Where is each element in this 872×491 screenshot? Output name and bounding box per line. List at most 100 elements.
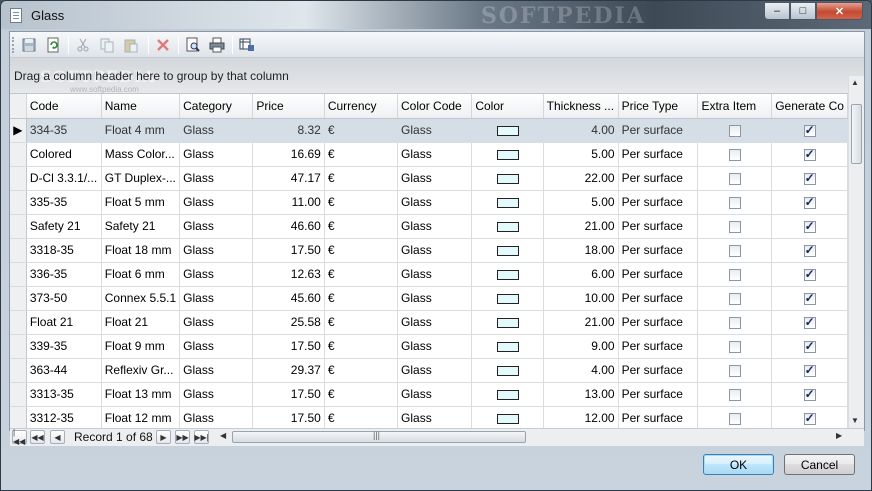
- scroll-up-arrow[interactable]: ▲: [851, 78, 859, 87]
- generate-checkbox[interactable]: [803, 219, 816, 233]
- cell-thickness[interactable]: 5.00: [543, 142, 619, 167]
- table-row[interactable]: 373-50 Connex 5.5.1 Glass 45.60 € Glass 10.00 P…: [10, 286, 848, 311]
- cell-currency[interactable]: €: [324, 406, 399, 428]
- cell-name[interactable]: Float 21: [101, 310, 181, 335]
- previous-record-button[interactable]: ◀: [50, 430, 65, 444]
- minimize-button[interactable]: –: [764, 2, 790, 20]
- maximize-button[interactable]: □: [790, 2, 816, 20]
- cell-thickness[interactable]: 22.00: [543, 166, 619, 191]
- export-icon[interactable]: [238, 36, 256, 54]
- cell-code[interactable]: Safety 21: [26, 214, 102, 239]
- cell-category[interactable]: Glass: [179, 166, 254, 191]
- cell-code[interactable]: 373-50: [26, 286, 102, 311]
- next-record-button[interactable]: ▶: [156, 430, 171, 444]
- cell-category[interactable]: Glass: [179, 358, 254, 383]
- cell-color-code[interactable]: Glass: [397, 262, 473, 287]
- generate-checkbox[interactable]: [803, 411, 816, 425]
- table-row[interactable]: ▶ 334-35 Float 4 mm Glass 8.32 € Glass 4.00 Per …: [10, 118, 848, 143]
- table-row[interactable]: Float 21 Float 21 Glass 25.58 € Glass 21.00 Per…: [10, 310, 848, 335]
- cell-price-type[interactable]: Per surface: [618, 262, 699, 287]
- extra-item-checkbox[interactable]: [728, 220, 741, 233]
- horizontal-scrollbar[interactable]: ◀ ||| ▶: [218, 430, 846, 445]
- cell-currency[interactable]: €: [324, 214, 399, 239]
- column-header-price[interactable]: Price: [252, 94, 325, 119]
- scroll-right-arrow[interactable]: ▶: [836, 431, 842, 440]
- cell-color[interactable]: [471, 238, 544, 263]
- cell-category[interactable]: Glass: [179, 142, 254, 167]
- cell-thickness[interactable]: 18.00: [543, 238, 619, 263]
- cell-color[interactable]: [471, 262, 544, 287]
- extra-item-checkbox[interactable]: [728, 364, 741, 377]
- refresh-icon[interactable]: [44, 36, 62, 54]
- generate-checkbox[interactable]: [803, 387, 816, 401]
- cell-currency[interactable]: €: [324, 358, 399, 383]
- cell-price[interactable]: 29.37: [252, 358, 325, 383]
- row-indicator[interactable]: [10, 166, 27, 191]
- cell-code[interactable]: 3313-35: [26, 382, 102, 407]
- generate-checkbox[interactable]: [803, 339, 816, 353]
- cell-thickness[interactable]: 13.00: [543, 382, 619, 407]
- cell-color-code[interactable]: Glass: [397, 166, 473, 191]
- copy-icon[interactable]: [98, 36, 116, 54]
- cell-price-type[interactable]: Per surface: [618, 118, 699, 143]
- row-indicator[interactable]: [10, 382, 27, 407]
- cell-price-type[interactable]: Per surface: [618, 142, 699, 167]
- table-row[interactable]: D-Cl 3.3.1/... GT Duplex-... Glass 47.17 € Gl…: [10, 166, 848, 191]
- cell-currency[interactable]: €: [324, 190, 399, 215]
- generate-checkbox[interactable]: [803, 195, 816, 209]
- table-row[interactable]: 336-35 Float 6 mm Glass 12.63 € Glass 6.00 Per …: [10, 262, 848, 287]
- column-header-color-code[interactable]: Color Code: [397, 94, 473, 119]
- cell-thickness[interactable]: 21.00: [543, 310, 619, 335]
- cell-code[interactable]: D-Cl 3.3.1/...: [26, 166, 102, 191]
- last-record-button[interactable]: ▶▶|: [194, 430, 209, 444]
- cell-currency[interactable]: €: [324, 262, 399, 287]
- cell-price-type[interactable]: Per surface: [618, 406, 699, 428]
- cell-color[interactable]: [471, 142, 544, 167]
- cell-code[interactable]: 334-35: [26, 118, 102, 143]
- save-icon[interactable]: [20, 36, 38, 54]
- cell-color-code[interactable]: Glass: [397, 334, 473, 359]
- cell-currency[interactable]: €: [324, 166, 399, 191]
- vertical-scrollbar[interactable]: ▲ ▼: [848, 76, 864, 428]
- delete-icon[interactable]: [154, 36, 172, 54]
- row-indicator[interactable]: [10, 190, 27, 215]
- row-indicator[interactable]: [10, 334, 27, 359]
- extra-item-checkbox[interactable]: [728, 244, 741, 257]
- extra-item-checkbox[interactable]: [728, 340, 741, 353]
- next-page-button[interactable]: ▶▶: [175, 430, 190, 444]
- close-button[interactable]: ✕: [816, 2, 863, 20]
- cell-category[interactable]: Glass: [179, 190, 254, 215]
- cell-price[interactable]: 17.50: [252, 238, 325, 263]
- cell-price[interactable]: 46.60: [252, 214, 325, 239]
- cell-price[interactable]: 12.63: [252, 262, 325, 287]
- cell-name[interactable]: Mass Color...: [101, 142, 181, 167]
- cell-currency[interactable]: €: [324, 382, 399, 407]
- cell-thickness[interactable]: 4.00: [543, 358, 619, 383]
- row-indicator[interactable]: [10, 238, 27, 263]
- cell-price-type[interactable]: Per surface: [618, 166, 699, 191]
- cell-color-code[interactable]: Glass: [397, 142, 473, 167]
- generate-checkbox[interactable]: [803, 123, 816, 137]
- cell-price-type[interactable]: Per surface: [618, 310, 699, 335]
- extra-item-checkbox[interactable]: [728, 148, 741, 161]
- cell-category[interactable]: Glass: [179, 118, 254, 143]
- column-header-generate[interactable]: Generate Co: [771, 94, 848, 119]
- generate-checkbox[interactable]: [803, 171, 816, 185]
- extra-item-checkbox[interactable]: [728, 268, 741, 281]
- cell-category[interactable]: Glass: [179, 310, 254, 335]
- generate-checkbox[interactable]: [803, 363, 816, 377]
- extra-item-checkbox[interactable]: [728, 316, 741, 329]
- cell-price-type[interactable]: Per surface: [618, 286, 699, 311]
- cell-currency[interactable]: €: [324, 310, 399, 335]
- cell-code[interactable]: 3318-35: [26, 238, 102, 263]
- cell-name[interactable]: Float 9 mm: [101, 334, 181, 359]
- print-icon[interactable]: [208, 36, 226, 54]
- group-by-panel[interactable]: SOFTPEDIA Drag a column header here to g…: [10, 58, 864, 94]
- cell-name[interactable]: Float 6 mm: [101, 262, 181, 287]
- cell-price[interactable]: 17.50: [252, 406, 325, 428]
- cell-color[interactable]: [471, 310, 544, 335]
- cell-name[interactable]: Reflexiv Gr...: [101, 358, 181, 383]
- previous-page-button[interactable]: ◀◀: [30, 430, 45, 444]
- cell-price-type[interactable]: Per surface: [618, 358, 699, 383]
- cell-color-code[interactable]: Glass: [397, 406, 473, 428]
